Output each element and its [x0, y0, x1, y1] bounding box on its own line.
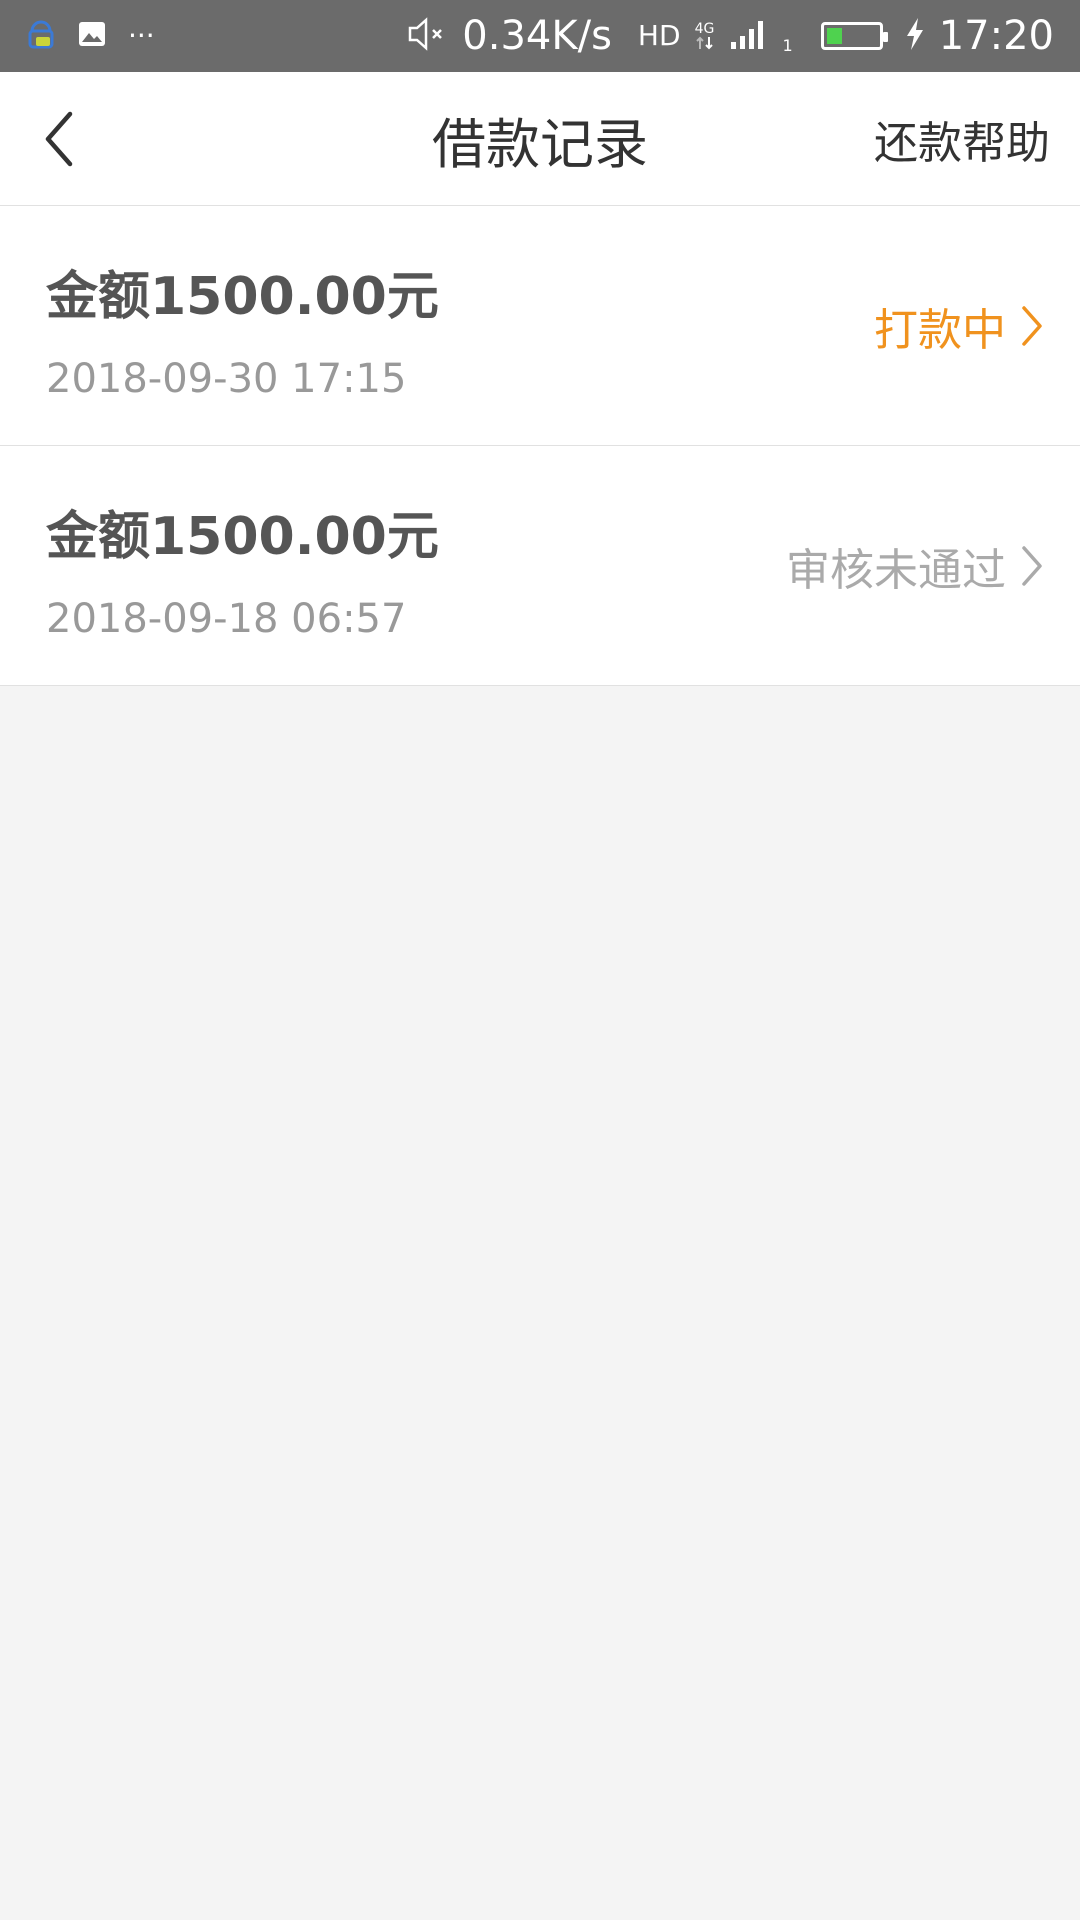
more-notifications-icon: ···: [128, 19, 155, 52]
hd-badge: HD: [637, 19, 681, 52]
mute-icon: [406, 16, 448, 56]
record-date: 2018-09-18 06:57: [46, 596, 407, 642]
sim-slot: 1: [782, 35, 793, 55]
clock: 17:20: [938, 13, 1054, 59]
record-amount: 金额1500.00元: [46, 267, 439, 327]
record-status-label: 审核未通过: [786, 545, 1006, 596]
network-speed: 0.34K/s: [462, 13, 612, 59]
record-date: 2018-09-30 17:15: [46, 356, 407, 402]
record-amount: 金额1500.00元: [46, 507, 439, 567]
back-arrow-icon: [45, 111, 73, 167]
network-type-label: 4G: [694, 20, 715, 37]
signal-icon: [729, 18, 769, 54]
status-bar: ··· 0.34K/s HD 4G 1 17:20: [0, 0, 1080, 72]
loan-record-list: 金额1500.00元 2018-09-30 17:15 打款中 金额1500.0…: [0, 206, 1080, 686]
repayment-help-button[interactable]: 还款帮助: [874, 72, 1050, 206]
nav-bar: 借款记录 还款帮助: [0, 72, 1080, 206]
back-button[interactable]: [36, 104, 86, 174]
record-status: 打款中: [874, 206, 1044, 446]
network-type: 4G: [694, 20, 715, 50]
loan-record-row[interactable]: 金额1500.00元 2018-09-18 06:57 审核未通过: [0, 446, 1080, 686]
record-status-label: 打款中: [874, 305, 1006, 356]
chevron-right-icon: [1022, 546, 1042, 586]
app-notification-icon: [26, 17, 56, 55]
charging-icon: [905, 17, 925, 55]
gallery-icon: [78, 21, 106, 51]
battery-icon: [820, 22, 888, 50]
record-status: 审核未通过: [786, 446, 1044, 686]
chevron-right-icon: [1022, 306, 1042, 346]
loan-record-row[interactable]: 金额1500.00元 2018-09-30 17:15 打款中: [0, 206, 1080, 446]
data-arrows-icon: [695, 36, 713, 49]
